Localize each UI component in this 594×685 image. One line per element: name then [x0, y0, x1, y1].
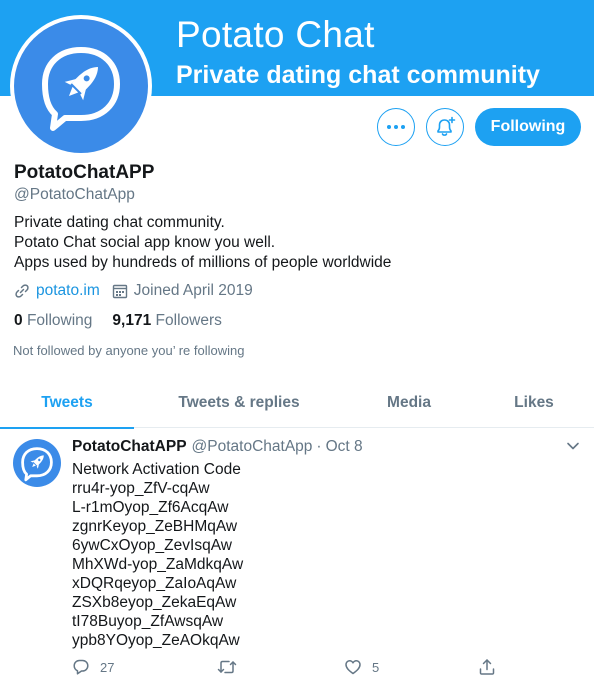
retweet-icon: [217, 660, 237, 674]
like-button[interactable]: 5: [344, 658, 379, 676]
tweet-author-name[interactable]: PotatoChatAPP: [72, 438, 187, 456]
tab-likes[interactable]: Likes: [474, 378, 594, 428]
following-count: 0: [14, 312, 23, 329]
joined-text: Joined April 2019: [133, 282, 253, 299]
followers-count: 9,171: [112, 312, 152, 329]
more-button[interactable]: [377, 108, 415, 146]
calendar-icon: [112, 284, 127, 299]
more-dots-icon: [387, 125, 405, 129]
retweet-button[interactable]: [217, 658, 247, 676]
tweet-line: ypb8YOyop_ZeAOkqAw: [72, 632, 240, 649]
tweet-line: MhXWd-yop_ZaMdkqAw: [72, 556, 244, 573]
joined-date: Joined April 2019: [112, 282, 253, 300]
like-count: 5: [372, 659, 380, 675]
notifications-button[interactable]: [426, 108, 464, 146]
tweet-line: xDQRqeyop_ZaIoAqAw: [72, 575, 237, 592]
bio-line: Private dating chat community.: [14, 214, 225, 231]
banner-subtitle: Private dating chat community: [176, 61, 540, 89]
tweet[interactable]: PotatoChatAPP @PotatoChatApp · Oct 8 Net…: [0, 428, 594, 685]
following-label: Following: [26, 312, 93, 329]
following-count-link[interactable]: 0 Following: [14, 312, 92, 330]
tab-tweets[interactable]: Tweets: [0, 378, 134, 429]
tweet-line: rru4r-yop_ZfV-cqAw: [72, 480, 210, 497]
share-button[interactable]: [478, 658, 506, 676]
profile-avatar[interactable]: [10, 15, 152, 157]
tweet-line: tI78Buyop_ZfAwsqAw: [72, 613, 224, 630]
website-link[interactable]: potato.im: [14, 282, 100, 300]
rocket-chat-logo-icon: [21, 447, 53, 482]
tweet-separator: ·: [316, 438, 322, 455]
profile-name: PotatoChatAPP: [14, 162, 155, 183]
bio-line: Apps used by hundreds of millions of peo…: [14, 254, 392, 271]
website-url[interactable]: potato.im: [36, 282, 100, 300]
profile-tabs: Tweets Tweets & replies Media Likes: [0, 378, 594, 429]
tweet-actions: 27 5: [72, 658, 582, 680]
bell-plus-icon: [437, 116, 456, 136]
followers-label: Followers: [155, 312, 222, 329]
not-followed-note: Not followed by anyone you’ re following: [13, 343, 245, 358]
heart-icon: [345, 660, 361, 675]
profile-bio: Private dating chat community. Potato Ch…: [14, 213, 391, 273]
tweet-line: ZSXb8eyop_ZekaEqAw: [72, 594, 237, 611]
reply-button[interactable]: 27: [72, 658, 114, 676]
profile-stats: 0 Following 9,171 Followers: [14, 312, 242, 330]
followers-count-link[interactable]: 9,171 Followers: [112, 312, 221, 330]
chevron-down-icon[interactable]: [565, 438, 581, 454]
profile-meta: potato.im Joined April 2019: [14, 282, 265, 300]
tweet-line: Network Activation Code: [72, 461, 241, 478]
bio-line: Potato Chat social app know you well.: [14, 234, 276, 251]
tweet-line: 6ywCxOyop_ZevIsqAw: [72, 537, 232, 554]
tweet-text: Network Activation Code rru4r-yop_ZfV-cq…: [72, 460, 243, 650]
link-icon: [15, 284, 29, 298]
profile-handle: @PotatoChatApp: [14, 186, 135, 203]
tweet-line: zgnrKeyop_ZeBHMqAw: [72, 518, 238, 535]
share-icon: [479, 659, 495, 675]
reply-icon: [73, 659, 89, 675]
tweet-line: L-r1mOyop_Zf6AcqAw: [72, 499, 229, 516]
tab-media[interactable]: Media: [344, 378, 474, 428]
banner-title: Potato Chat: [176, 14, 375, 55]
tweet-header: PotatoChatAPP @PotatoChatApp · Oct 8: [72, 438, 363, 456]
tweet-author-handle[interactable]: @PotatoChatApp: [192, 438, 313, 456]
tweet-avatar[interactable]: [13, 439, 61, 487]
tweet-date[interactable]: Oct 8: [326, 438, 363, 456]
following-button[interactable]: Following: [475, 108, 581, 146]
reply-count: 27: [100, 659, 115, 675]
tab-tweets-replies[interactable]: Tweets & replies: [134, 378, 344, 428]
rocket-chat-logo-icon: [14, 19, 148, 153]
